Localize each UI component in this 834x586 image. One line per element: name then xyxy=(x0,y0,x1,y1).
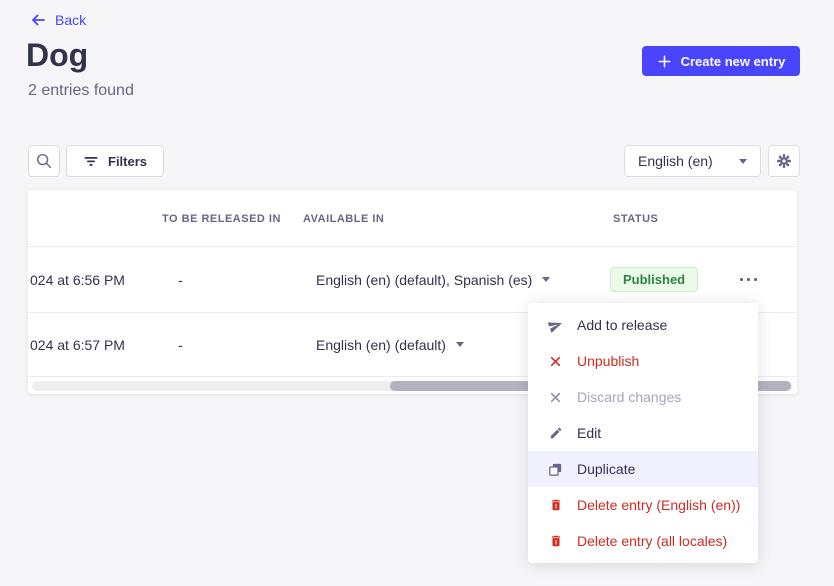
filter-icon xyxy=(83,153,99,169)
available-in-value: English (en) (default), Spanish (es) xyxy=(316,272,532,288)
table-header-row: TO BE RELEASED IN AVAILABLE IN STATUS xyxy=(28,190,797,247)
menu-item-label: Duplicate xyxy=(577,461,635,477)
cell-date: 024 at 6:56 PM xyxy=(30,247,125,312)
back-label: Back xyxy=(55,12,86,28)
cross-icon xyxy=(548,354,563,369)
column-header-to-be-released-in: TO BE RELEASED IN xyxy=(162,190,281,247)
search-button[interactable] xyxy=(28,145,60,177)
menu-item-edit[interactable]: Edit xyxy=(528,415,758,451)
cell-to-be-released-in: - xyxy=(178,247,183,312)
filters-button[interactable]: Filters xyxy=(66,145,164,177)
gear-icon xyxy=(776,153,792,169)
menu-item-label: Delete entry (English (en)) xyxy=(577,497,740,513)
menu-item-label: Unpublish xyxy=(577,353,639,369)
status-badge: Published xyxy=(610,267,698,292)
trash-icon xyxy=(548,534,563,549)
page-title: Dog xyxy=(26,38,88,72)
menu-item-label: Edit xyxy=(577,425,601,441)
menu-item-discard-changes: Discard changes xyxy=(528,379,758,415)
entries-count: 2 entries found xyxy=(28,82,134,100)
menu-item-duplicate[interactable]: Duplicate xyxy=(528,451,758,487)
filters-label: Filters xyxy=(108,154,147,169)
menu-item-label: Discard changes xyxy=(577,389,681,405)
cross-icon xyxy=(548,390,563,405)
arrow-left-icon xyxy=(30,12,46,28)
plus-icon xyxy=(657,54,672,69)
cell-to-be-released-in: - xyxy=(178,313,183,376)
locale-select-value: English (en) xyxy=(638,153,713,169)
menu-item-delete-entry-locale[interactable]: Delete entry (English (en)) xyxy=(528,487,758,523)
cell-available-in: English (en) (default), Spanish (es) xyxy=(316,247,550,312)
caret-down-icon[interactable] xyxy=(456,342,464,347)
column-header-available-in: AVAILABLE IN xyxy=(303,190,384,247)
menu-item-label: Delete entry (all locales) xyxy=(577,533,727,549)
available-in-value: English (en) (default) xyxy=(316,337,446,353)
search-icon xyxy=(35,152,53,170)
column-header-status: STATUS xyxy=(613,190,658,247)
pencil-icon xyxy=(548,426,563,441)
send-icon xyxy=(548,318,563,333)
row-actions-context-menu: Add to release Unpublish Discard changes… xyxy=(528,303,758,563)
trash-icon xyxy=(548,498,563,513)
caret-down-icon[interactable] xyxy=(542,277,550,282)
menu-item-delete-entry-all-locales[interactable]: Delete entry (all locales) xyxy=(528,523,758,559)
duplicate-icon xyxy=(548,462,563,477)
settings-button[interactable] xyxy=(768,145,800,177)
menu-item-add-to-release[interactable]: Add to release xyxy=(528,307,758,343)
caret-down-icon xyxy=(739,159,747,164)
create-new-entry-label: Create new entry xyxy=(681,54,786,69)
menu-item-unpublish[interactable]: Unpublish xyxy=(528,343,758,379)
create-new-entry-button[interactable]: Create new entry xyxy=(642,46,800,76)
locale-select[interactable]: English (en) xyxy=(624,145,761,177)
cell-available-in: English (en) (default) xyxy=(316,313,464,376)
content-manager-screen: Back Dog 2 entries found Create new entr… xyxy=(0,0,834,586)
cell-date: 024 at 6:57 PM xyxy=(30,313,125,376)
menu-item-label: Add to release xyxy=(577,317,667,333)
more-horizontal-icon[interactable] xyxy=(734,272,763,287)
back-link[interactable]: Back xyxy=(30,12,86,28)
